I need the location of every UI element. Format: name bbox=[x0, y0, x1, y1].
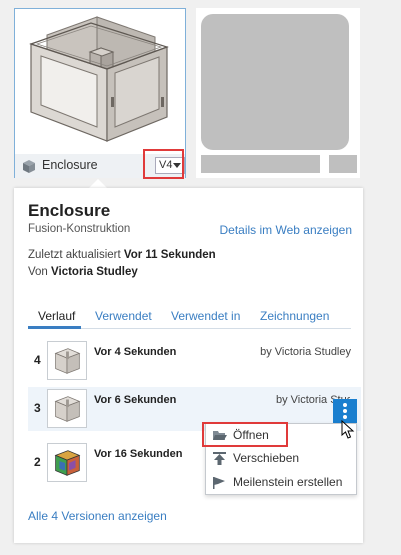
author-value: Victoria Studley bbox=[51, 266, 138, 278]
milestone-flag-icon bbox=[213, 477, 225, 489]
more-dots-icon bbox=[343, 415, 347, 419]
version-number: 2 bbox=[34, 455, 41, 469]
mouse-cursor-icon bbox=[341, 420, 355, 439]
design-type: Fusion-Konstruktion bbox=[28, 223, 131, 235]
menu-label: Verschieben bbox=[233, 451, 300, 465]
version-author: by Victoria Studley bbox=[260, 346, 351, 358]
open-highlight-box bbox=[202, 422, 288, 447]
active-tab-indicator bbox=[28, 326, 81, 329]
author-text: Von Victoria Studley bbox=[28, 266, 138, 278]
last-updated-text: Zuletzt aktualisiert Vor 11 Sekunden bbox=[28, 249, 216, 261]
last-updated-label: Zuletzt aktualisiert bbox=[28, 249, 121, 261]
menu-label: Meilenstein erstellen bbox=[233, 475, 343, 489]
view-details-on-web-link[interactable]: Details im Web anzeigen bbox=[219, 223, 352, 237]
last-updated-value: Vor 11 Sekunden bbox=[123, 249, 216, 261]
loading-placeholder-card bbox=[196, 8, 360, 178]
more-dots-icon bbox=[343, 403, 347, 407]
panel-title: Enclosure bbox=[28, 201, 111, 220]
tab-verwendet[interactable]: Verwendet bbox=[95, 309, 152, 323]
design-name: Enclosure bbox=[42, 158, 98, 172]
version-number: 4 bbox=[34, 353, 41, 367]
placeholder-image bbox=[201, 14, 349, 150]
tab-verwendet-in[interactable]: Verwendet in bbox=[171, 309, 240, 323]
version-thumbnail bbox=[47, 443, 87, 482]
tab-verlauf[interactable]: Verlauf bbox=[38, 309, 75, 323]
menu-item-promote[interactable]: Verschieben bbox=[206, 447, 356, 471]
design-cube-icon bbox=[23, 160, 35, 173]
more-dots-icon bbox=[343, 409, 347, 413]
version-thumbnail bbox=[47, 389, 87, 428]
details-tabs: Verlauf Verwendet Verwendet in Zeichnung… bbox=[28, 307, 351, 329]
promote-arrow-icon bbox=[213, 452, 226, 465]
author-label: Von bbox=[28, 266, 48, 278]
placeholder-title-bar bbox=[201, 155, 320, 173]
version-time: Vor 6 Sekunden bbox=[94, 394, 177, 406]
version-highlight-box bbox=[143, 149, 184, 179]
placeholder-version-bar bbox=[329, 155, 357, 173]
version-time: Vor 16 Sekunden bbox=[94, 448, 183, 460]
version-time: Vor 4 Sekunden bbox=[94, 346, 177, 358]
version-row[interactable]: 4 Vor 4 Sekunden by Victoria Studley bbox=[28, 339, 361, 383]
tab-zeichnungen[interactable]: Zeichnungen bbox=[260, 309, 329, 323]
version-thumbnail bbox=[47, 341, 87, 380]
show-all-versions-link[interactable]: Alle 4 Versionen anzeigen bbox=[28, 509, 167, 523]
menu-item-create-milestone[interactable]: Meilenstein erstellen bbox=[206, 471, 356, 495]
enclosure-preview-image bbox=[29, 16, 169, 142]
version-number: 3 bbox=[34, 401, 41, 415]
